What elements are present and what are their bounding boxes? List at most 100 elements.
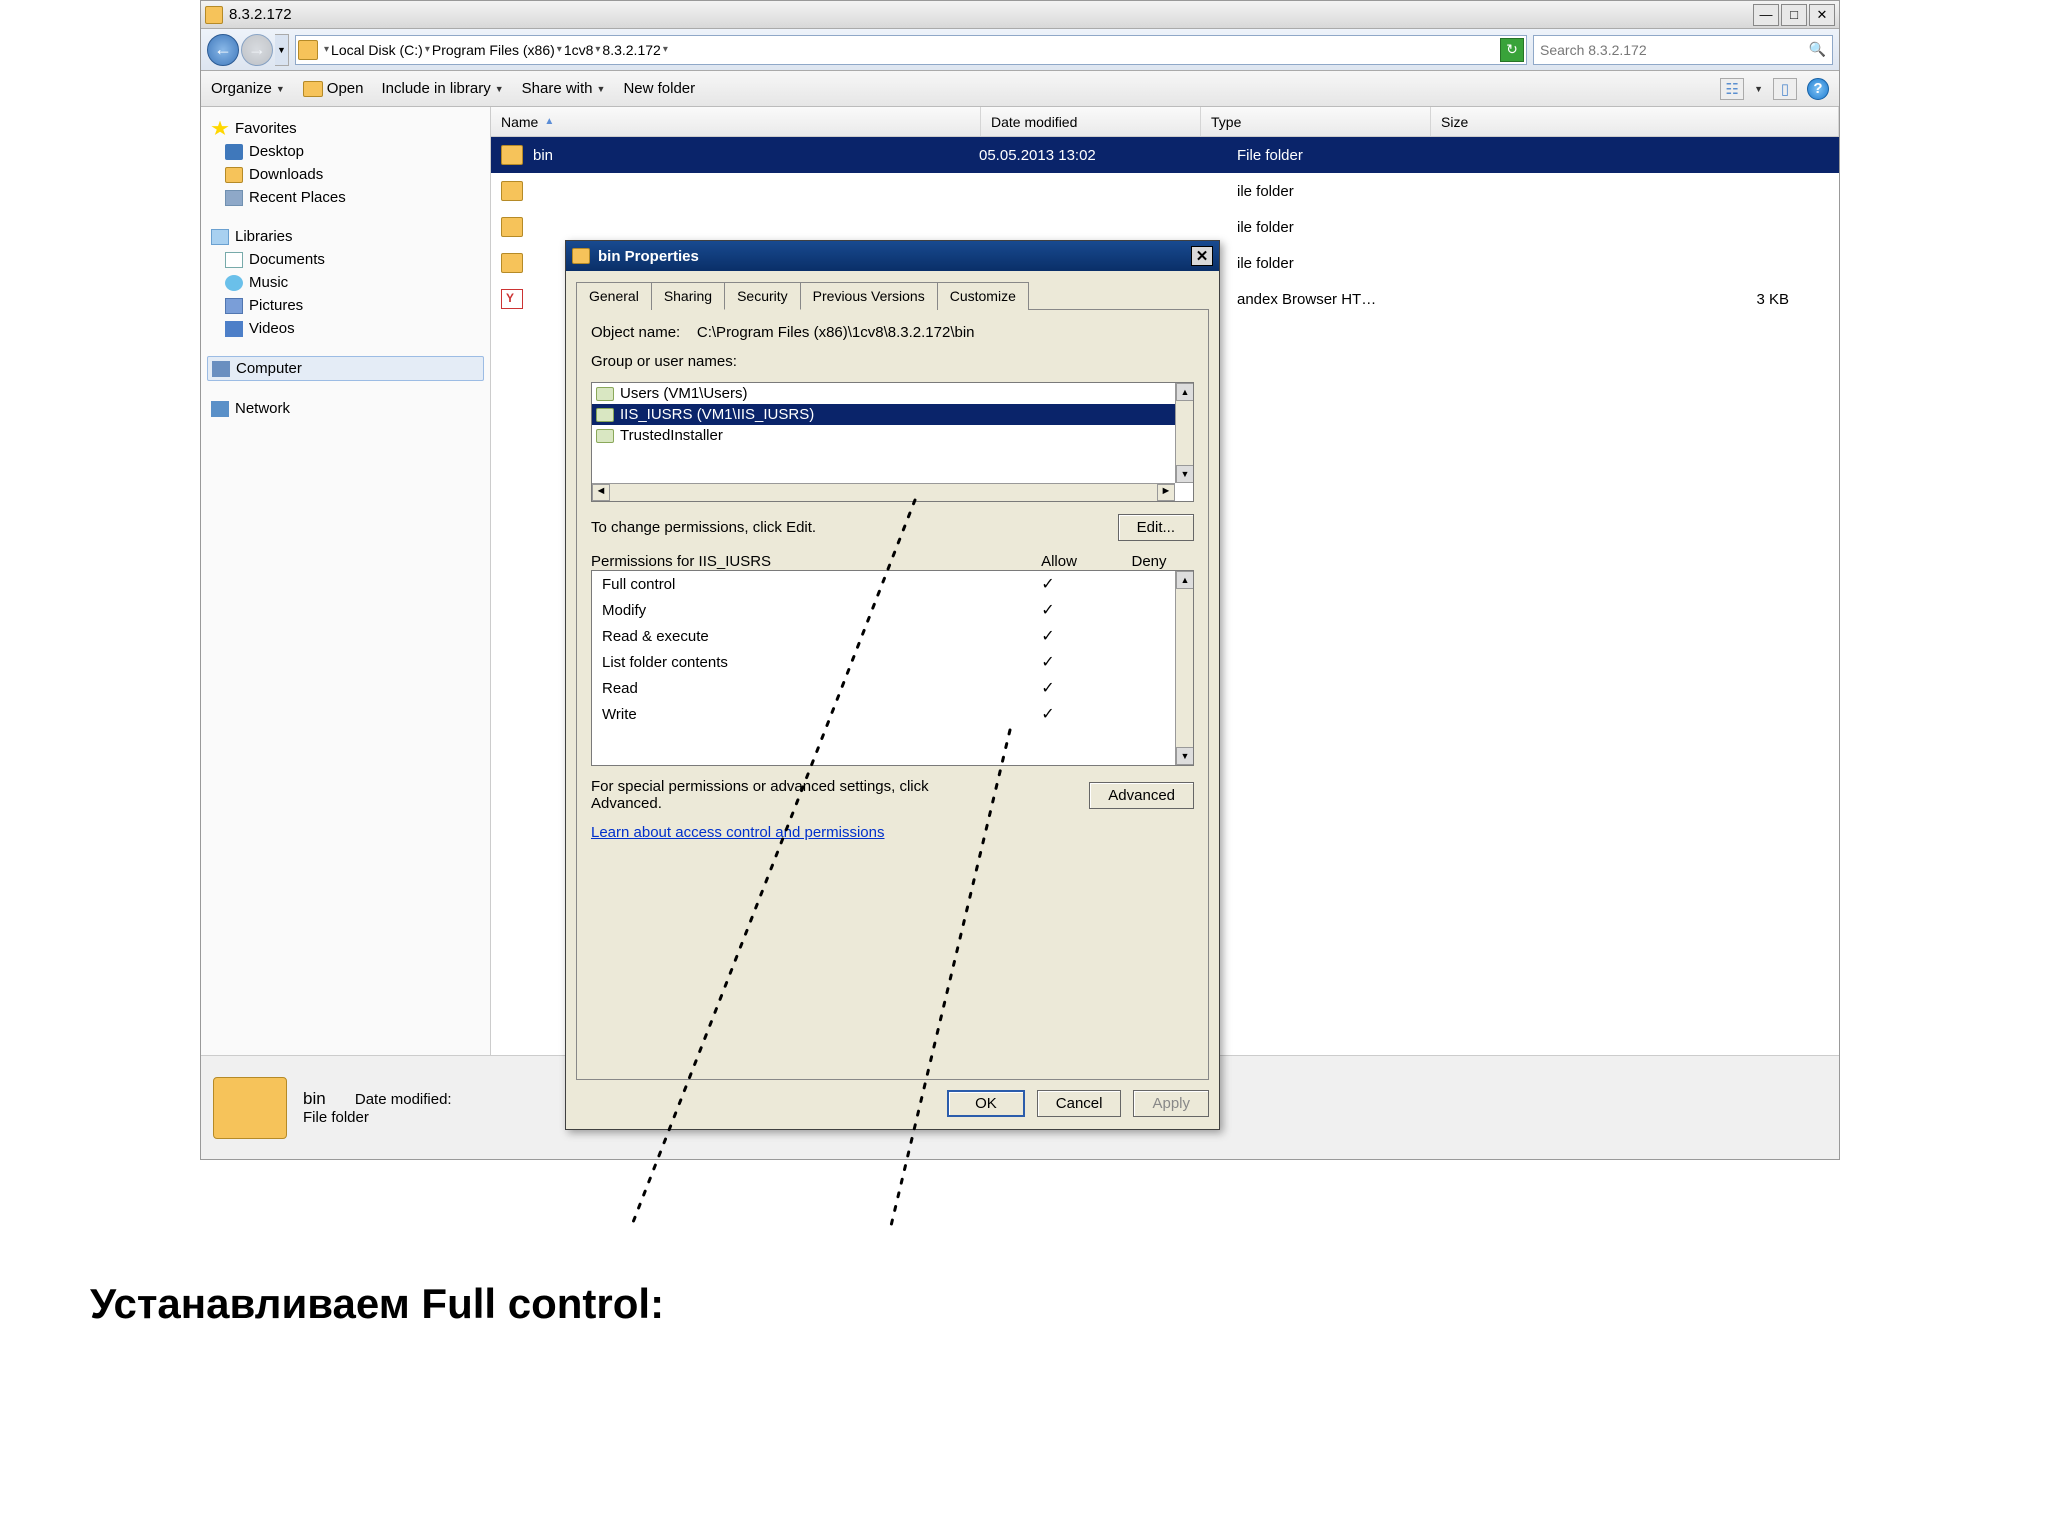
scroll-down-icon[interactable]: ▼ <box>1176 747 1194 765</box>
sidebar-desktop[interactable]: Desktop <box>207 140 484 163</box>
sidebar-downloads[interactable]: Downloads <box>207 163 484 186</box>
folder-icon <box>572 248 590 264</box>
check-icon: ✓ <box>1003 652 1093 672</box>
advanced-hint: For special permissions or advanced sett… <box>591 778 971 812</box>
breadcrumb-bar[interactable]: ▾ Local Disk (C:)▾ Program Files (x86)▾ … <box>295 35 1527 65</box>
group-item[interactable]: Users (VM1\Users) <box>592 383 1193 404</box>
libraries-icon <box>211 229 229 245</box>
edit-button[interactable]: Edit... <box>1118 514 1194 541</box>
minimize-button[interactable]: — <box>1753 4 1779 26</box>
view-dropdown[interactable]: ▼ <box>1754 84 1763 94</box>
nav-history-dropdown[interactable]: ▼ <box>275 34 289 66</box>
network-icon <box>211 401 229 417</box>
sidebar-computer[interactable]: Computer <box>207 356 484 381</box>
star-icon <box>211 121 229 137</box>
check-icon: ✓ <box>1003 704 1093 724</box>
address-row: ← → ▼ ▾ Local Disk (C:)▾ Program Files (… <box>201 29 1839 71</box>
folder-icon <box>213 1077 287 1139</box>
file-row[interactable]: bin 05.05.2013 13:02 File folder <box>491 137 1839 173</box>
check-icon: ✓ <box>1003 600 1093 620</box>
search-placeholder: Search 8.3.2.172 <box>1540 42 1647 58</box>
new-folder-button[interactable]: New folder <box>623 80 695 97</box>
scroll-left-icon[interactable]: ◄ <box>592 484 610 501</box>
object-name-label: Object name: <box>591 324 680 341</box>
group-icon <box>596 429 614 443</box>
breadcrumb-item[interactable]: Local Disk (C:) <box>331 42 423 58</box>
column-headers[interactable]: Name▲ Date modified Type Size <box>491 107 1839 137</box>
search-icon: 🔍 <box>1809 41 1826 58</box>
advanced-button[interactable]: Advanced <box>1089 782 1194 809</box>
scroll-down-icon[interactable]: ▼ <box>1176 465 1194 483</box>
scroll-right-icon[interactable]: ► <box>1157 484 1175 501</box>
folder-icon <box>298 40 318 60</box>
edit-hint: To change permissions, click Edit. <box>591 519 816 536</box>
sidebar-favorites[interactable]: Favorites <box>207 117 484 140</box>
sidebar-documents[interactable]: Documents <box>207 248 484 271</box>
column-size[interactable]: Size <box>1431 107 1839 136</box>
permissions-list[interactable]: Full control✓ Modify✓ Read & execute✓ Li… <box>591 570 1194 766</box>
folder-icon <box>501 217 523 237</box>
tab-general[interactable]: General <box>576 282 652 310</box>
tab-security[interactable]: Security <box>724 282 801 310</box>
properties-dialog: bin Properties ✕ General Sharing Securit… <box>565 240 1220 1130</box>
music-icon <box>225 275 243 291</box>
organize-menu[interactable]: Organize▼ <box>211 80 285 97</box>
column-date[interactable]: Date modified <box>981 107 1201 136</box>
group-icon <box>596 387 614 401</box>
nav-sidebar: Favorites Desktop Downloads Recent Place… <box>201 107 491 1055</box>
search-input[interactable]: Search 8.3.2.172 🔍 <box>1533 35 1833 65</box>
group-item[interactable]: TrustedInstaller <box>592 425 1193 446</box>
refresh-button[interactable]: ↻ <box>1500 38 1524 62</box>
group-list[interactable]: Users (VM1\Users) IIS_IUSRS (VM1\IIS_IUS… <box>591 382 1194 502</box>
dialog-titlebar[interactable]: bin Properties ✕ <box>566 241 1219 271</box>
column-type[interactable]: Type <box>1201 107 1431 136</box>
learn-link[interactable]: Learn about access control and permissio… <box>591 824 885 841</box>
deny-header: Deny <box>1104 553 1194 570</box>
tab-customize[interactable]: Customize <box>937 282 1029 310</box>
ok-button[interactable]: OK <box>947 1090 1025 1117</box>
dialog-close-button[interactable]: ✕ <box>1191 246 1213 266</box>
open-button[interactable]: Open <box>303 80 364 97</box>
forward-button[interactable]: → <box>241 34 273 66</box>
preview-pane-button[interactable]: ▯ <box>1773 78 1797 100</box>
include-in-library-menu[interactable]: Include in library▼ <box>382 80 504 97</box>
apply-button[interactable]: Apply <box>1133 1090 1209 1117</box>
group-icon <box>596 408 614 422</box>
pictures-icon <box>225 298 243 314</box>
cancel-button[interactable]: Cancel <box>1037 1090 1122 1117</box>
sidebar-videos[interactable]: Videos <box>207 317 484 340</box>
maximize-button[interactable]: □ <box>1781 4 1807 26</box>
group-item[interactable]: IIS_IUSRS (VM1\IIS_IUSRS) <box>592 404 1193 425</box>
tab-sharing[interactable]: Sharing <box>651 282 725 310</box>
back-button[interactable]: ← <box>207 34 239 66</box>
check-icon: ✓ <box>1003 678 1093 698</box>
sidebar-recent-places[interactable]: Recent Places <box>207 186 484 209</box>
breadcrumb-item[interactable]: 1cv8 <box>564 42 594 58</box>
folder-icon <box>501 145 523 165</box>
downloads-icon <box>225 167 243 183</box>
close-button[interactable]: ✕ <box>1809 4 1835 26</box>
scroll-up-icon[interactable]: ▲ <box>1176 571 1194 589</box>
sidebar-network[interactable]: Network <box>207 397 484 420</box>
check-icon: ✓ <box>1003 626 1093 646</box>
share-with-menu[interactable]: Share with▼ <box>522 80 606 97</box>
view-options-button[interactable]: ☷ <box>1720 78 1744 100</box>
column-name[interactable]: Name▲ <box>491 107 981 136</box>
scroll-up-icon[interactable]: ▲ <box>1176 383 1194 401</box>
sidebar-music[interactable]: Music <box>207 271 484 294</box>
sidebar-pictures[interactable]: Pictures <box>207 294 484 317</box>
permission-row: Read & execute✓ <box>592 623 1193 649</box>
object-path: C:\Program Files (x86)\1cv8\8.3.2.172\bi… <box>697 324 975 341</box>
permission-row: Write✓ <box>592 701 1193 727</box>
breadcrumb-item[interactable]: Program Files (x86) <box>432 42 555 58</box>
tab-previous-versions[interactable]: Previous Versions <box>800 282 938 310</box>
open-icon <box>303 81 323 97</box>
sidebar-libraries[interactable]: Libraries <box>207 225 484 248</box>
videos-icon <box>225 321 243 337</box>
scrollbar-horizontal[interactable]: ◄ ► <box>592 483 1175 501</box>
breadcrumb-item[interactable]: 8.3.2.172 <box>602 42 660 58</box>
help-button[interactable]: ? <box>1807 78 1829 100</box>
scrollbar-vertical[interactable]: ▲ ▼ <box>1175 383 1193 483</box>
file-row[interactable]: ile folder <box>491 173 1839 209</box>
scrollbar-vertical[interactable]: ▲ ▼ <box>1175 571 1193 765</box>
